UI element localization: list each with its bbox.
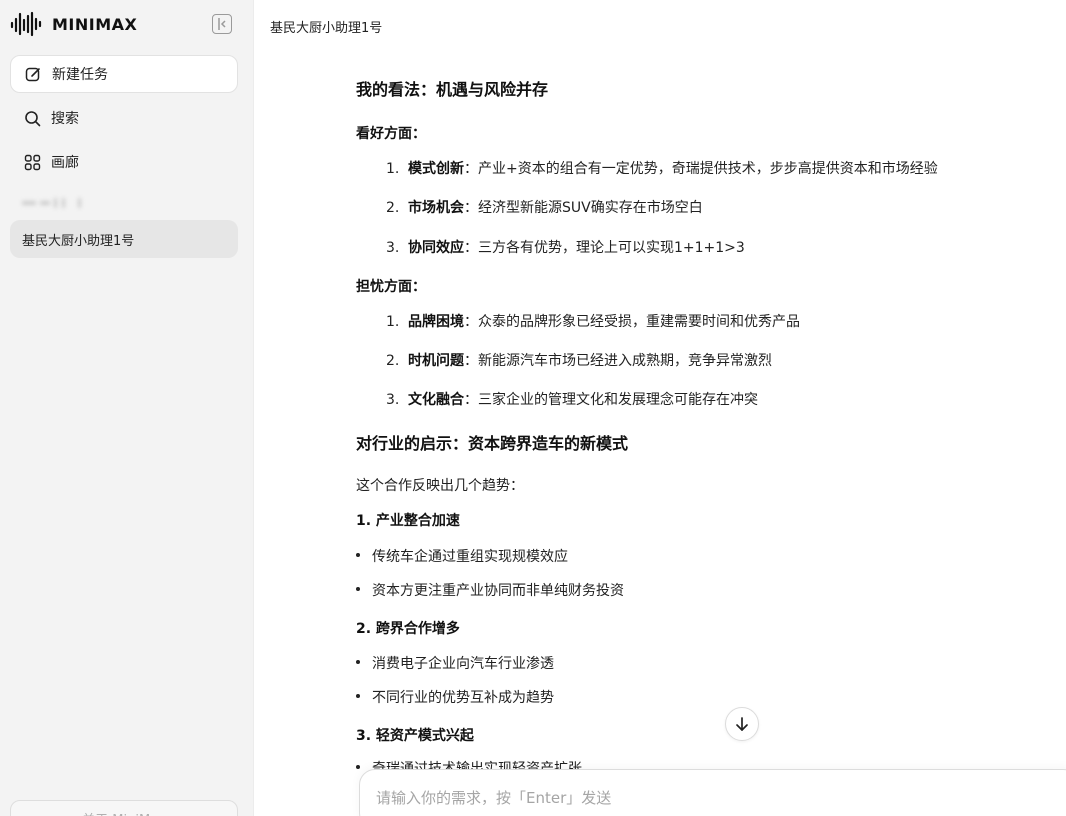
new-task-label: 新建任务	[52, 67, 108, 83]
history-section-label	[22, 197, 82, 209]
trends-intro: 这个合作反映出几个趋势：	[356, 478, 524, 494]
list-item: 2. 市场机会：经济型新能源SUV确实存在市场空白	[386, 200, 703, 216]
message-input-box[interactable]	[359, 769, 1066, 816]
brand[interactable]: MINIMAX	[10, 10, 137, 38]
trend-title: 2. 跨界合作增多	[356, 621, 460, 637]
grid-icon	[23, 153, 41, 171]
gallery-label: 画廊	[51, 155, 79, 171]
chat-main: 基民大厨小助理1号 我的看法：机遇与风险并存 看好方面： 1. 模式创新：产业+资…	[255, 0, 1066, 816]
chat-history-item[interactable]: 基民大厨小助理1号	[10, 220, 238, 258]
list-item: 1. 品牌困境：众泰的品牌形象已经受损，重建需要时间和优秀产品	[386, 314, 800, 330]
collapse-sidebar-button[interactable]	[212, 14, 232, 34]
arrow-down-icon	[736, 717, 748, 731]
trend-title: 1. 产业整合加速	[356, 513, 460, 529]
list-item: 传统车企通过重组实现规模效应	[356, 546, 568, 566]
list-item: 不同行业的优势互补成为趋势	[356, 687, 554, 707]
list-item: 消费电子企业向汽车行业渗透	[356, 653, 554, 673]
edit-icon	[24, 65, 42, 83]
list-item: 资本方更注重产业协同而非单纯财务投资	[356, 580, 624, 600]
heading-industry: 对行业的启示：资本跨界造车的新模式	[356, 434, 629, 453]
list-item: 1. 模式创新：产业+资本的组合有一定优势，奇瑞提供技术，步步高提供资本和市场经验	[386, 161, 938, 177]
new-task-button[interactable]: 新建任务	[10, 55, 238, 93]
list-item: 3. 文化融合：三家企业的管理文化和发展理念可能存在冲突	[386, 392, 758, 408]
sidebar: MINIMAX 新建任务 搜索 画廊 基民大厨小助理1号	[0, 0, 254, 816]
about-minimax-button[interactable]: 关于 MiniMax	[10, 800, 238, 816]
brand-name: MINIMAX	[52, 14, 138, 34]
cons-title: 担忧方面：	[356, 279, 426, 295]
message-input[interactable]	[376, 786, 1036, 810]
trend-title: 3. 轻资产模式兴起	[356, 728, 474, 744]
list-item: 3. 协同效应：三方各有优势，理论上可以实现1+1+1>3	[386, 240, 745, 256]
search-button[interactable]: 搜索	[10, 99, 238, 137]
heading-opinion: 我的看法：机遇与风险并存	[356, 80, 549, 99]
gallery-button[interactable]: 画廊	[10, 143, 238, 181]
sidebar-collapse-icon	[218, 18, 226, 30]
minimax-logo-icon	[10, 11, 42, 37]
search-icon	[23, 109, 41, 127]
chat-title: 基民大厨小助理1号	[270, 21, 383, 36]
scroll-to-bottom-button[interactable]	[725, 707, 759, 741]
search-label: 搜索	[51, 111, 79, 127]
pros-title: 看好方面：	[356, 126, 426, 142]
list-item: 2. 时机问题：新能源汽车市场已经进入成熟期，竞争异常激烈	[386, 353, 772, 369]
